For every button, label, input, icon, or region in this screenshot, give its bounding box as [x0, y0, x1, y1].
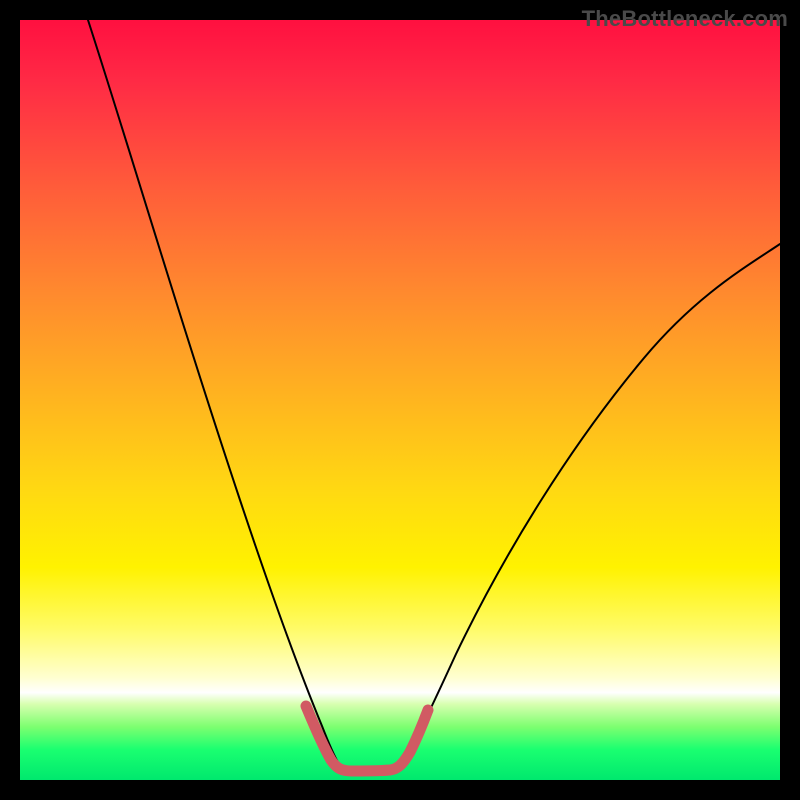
chart-frame: TheBottleneck.com	[0, 0, 800, 800]
curve-black	[88, 20, 780, 771]
hotzone-overlay	[306, 706, 428, 771]
curve-layer	[20, 20, 780, 780]
